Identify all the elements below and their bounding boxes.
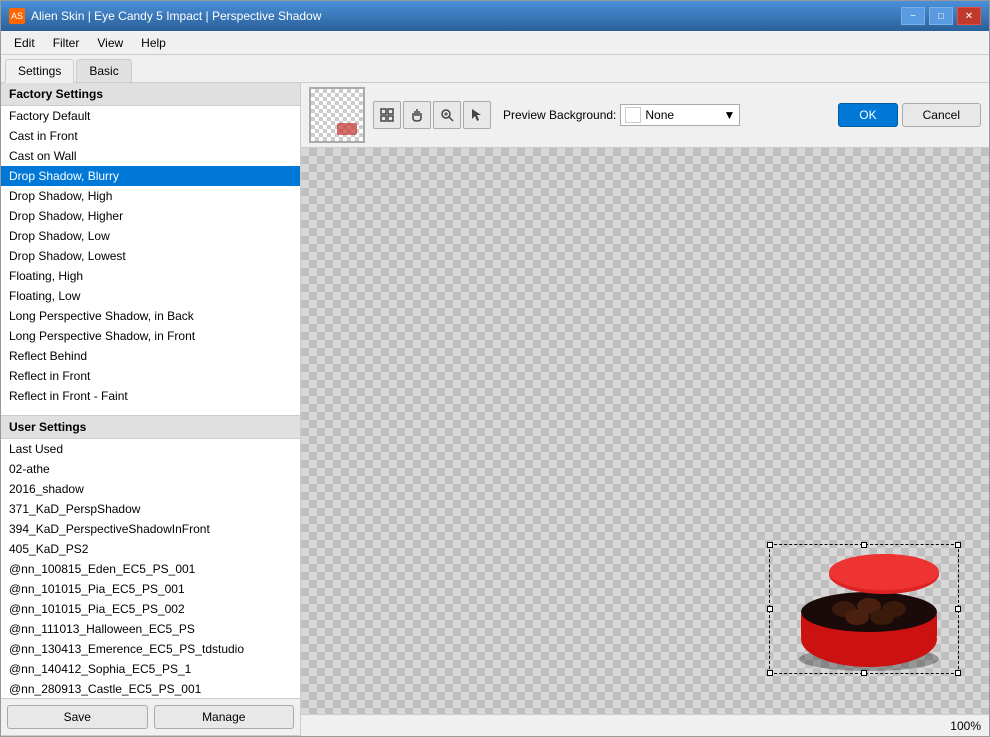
list-item[interactable]: @nn_280913_Castle_EC5_PS_001 (1, 679, 300, 698)
list-item[interactable]: 2016_shadow (1, 479, 300, 499)
list-item[interactable]: Reflect in Front - Faint (1, 386, 300, 406)
ok-button[interactable]: OK (838, 103, 897, 127)
list-item[interactable]: Reflect in Front (1, 366, 300, 386)
select-tool-button[interactable] (463, 101, 491, 129)
cancel-button[interactable]: Cancel (902, 103, 981, 127)
list-item[interactable]: 394_KaD_PerspectiveShadowInFront (1, 519, 300, 539)
list-item[interactable]: 405_KaD_PS2 (1, 539, 300, 559)
list-item[interactable]: 371_KaD_PerspShadow (1, 499, 300, 519)
hand-icon (409, 107, 425, 123)
list-item[interactable]: 02-athe (1, 459, 300, 479)
tabs-bar: Settings Basic (1, 55, 989, 83)
user-settings-section: User Settings Last Used 02-athe 2016_sha… (1, 416, 300, 736)
list-item-selected[interactable]: Drop Shadow, Blurry (1, 166, 300, 186)
status-bar: 100% (301, 714, 989, 736)
list-buttons: Save Manage (1, 698, 300, 735)
zoom-level: 100% (950, 719, 981, 733)
title-bar-left: AS Alien Skin | Eye Candy 5 Impact | Per… (9, 8, 321, 24)
menu-edit[interactable]: Edit (5, 33, 44, 53)
arrow-icon (469, 107, 485, 123)
list-item[interactable]: Floating, High (1, 266, 300, 286)
preview-bg-value: None (645, 108, 674, 122)
list-item[interactable]: @nn_100815_Eden_EC5_PS_001 (1, 559, 300, 579)
manage-button[interactable]: Manage (154, 705, 295, 729)
preview-bg-select[interactable]: None ▼ (620, 104, 740, 126)
list-item[interactable]: Drop Shadow, Low (1, 226, 300, 246)
preview-area-inner (301, 148, 989, 714)
preview-bg-swatch (625, 107, 641, 123)
main-content: Factory Settings Factory Default Cast in… (1, 83, 989, 736)
app-icon: AS (9, 8, 25, 24)
ok-cancel-buttons: OK Cancel (838, 103, 981, 127)
title-bar-controls: − □ ✕ (901, 7, 981, 25)
tab-settings[interactable]: Settings (5, 59, 74, 83)
menu-bar: Edit Filter View Help (1, 31, 989, 55)
preview-toolbar: Preview Background: None ▼ OK Cancel (301, 83, 989, 148)
factory-settings-header: Factory Settings (1, 83, 300, 106)
maximize-button[interactable]: □ (929, 7, 953, 25)
list-item[interactable]: Long Perspective Shadow, in Back (1, 306, 300, 326)
preview-bg-dropdown-icon: ▼ (724, 108, 736, 122)
close-button[interactable]: ✕ (957, 7, 981, 25)
selection-handle-lm[interactable] (767, 606, 773, 612)
save-button[interactable]: Save (7, 705, 148, 729)
thumbnail-shadow (337, 123, 357, 135)
minimize-button[interactable]: − (901, 7, 925, 25)
tab-basic[interactable]: Basic (76, 59, 131, 82)
magnify-icon (439, 107, 455, 123)
list-item[interactable]: Factory Default (1, 106, 300, 126)
menu-filter[interactable]: Filter (44, 33, 89, 53)
factory-settings-section: Factory Settings Factory Default Cast in… (1, 83, 300, 416)
preview-area (301, 148, 989, 714)
selection-handle-rm[interactable] (955, 606, 961, 612)
factory-settings-list[interactable]: Factory Default Cast in Front Cast on Wa… (1, 106, 300, 415)
list-item[interactable]: @nn_130413_Emerence_EC5_PS_tdstudio (1, 639, 300, 659)
list-item[interactable]: Cast on Wall (1, 146, 300, 166)
selection-box (769, 544, 959, 674)
selection-handle-tm[interactable] (861, 542, 867, 548)
list-item[interactable]: @nn_140412_Sophia_EC5_PS_1 (1, 659, 300, 679)
list-item[interactable]: Cast in Front (1, 126, 300, 146)
menu-view[interactable]: View (88, 33, 132, 53)
selection-handle-tr[interactable] (955, 542, 961, 548)
list-item[interactable]: @nn_101015_Pia_EC5_PS_002 (1, 599, 300, 619)
window-title: Alien Skin | Eye Candy 5 Impact | Perspe… (31, 9, 321, 23)
list-item[interactable]: Drop Shadow, Lowest (1, 246, 300, 266)
selection-handle-br[interactable] (955, 670, 961, 676)
selection-handle-bm[interactable] (861, 670, 867, 676)
zoom-fit-icon (379, 107, 395, 123)
toolbar-buttons (373, 101, 491, 129)
selection-handle-bl[interactable] (767, 670, 773, 676)
preview-bg-label: Preview Background: (503, 108, 616, 122)
list-item[interactable]: Drop Shadow, High (1, 186, 300, 206)
left-panel: Factory Settings Factory Default Cast in… (1, 83, 301, 736)
zoom-fit-button[interactable] (373, 101, 401, 129)
main-window: AS Alien Skin | Eye Candy 5 Impact | Per… (0, 0, 990, 737)
preview-thumbnail (309, 87, 365, 143)
zoom-button[interactable] (433, 101, 461, 129)
title-bar: AS Alien Skin | Eye Candy 5 Impact | Per… (1, 1, 989, 31)
list-item[interactable]: Long Perspective Shadow, in Front (1, 326, 300, 346)
user-settings-list[interactable]: Last Used 02-athe 2016_shadow 371_KaD_Pe… (1, 439, 300, 698)
list-item[interactable]: Reflect Behind (1, 346, 300, 366)
user-settings-header: User Settings (1, 416, 300, 439)
hand-tool-button[interactable] (403, 101, 431, 129)
selection-handle-tl[interactable] (767, 542, 773, 548)
list-item[interactable]: Floating, Low (1, 286, 300, 306)
list-item[interactable]: Drop Shadow, Higher (1, 206, 300, 226)
list-item[interactable]: @nn_111013_Halloween_EC5_PS (1, 619, 300, 639)
menu-help[interactable]: Help (132, 33, 175, 53)
right-panel: Preview Background: None ▼ OK Cancel (301, 83, 989, 736)
list-item[interactable]: Last Used (1, 439, 300, 459)
list-item[interactable]: @nn_101015_Pia_EC5_PS_001 (1, 579, 300, 599)
